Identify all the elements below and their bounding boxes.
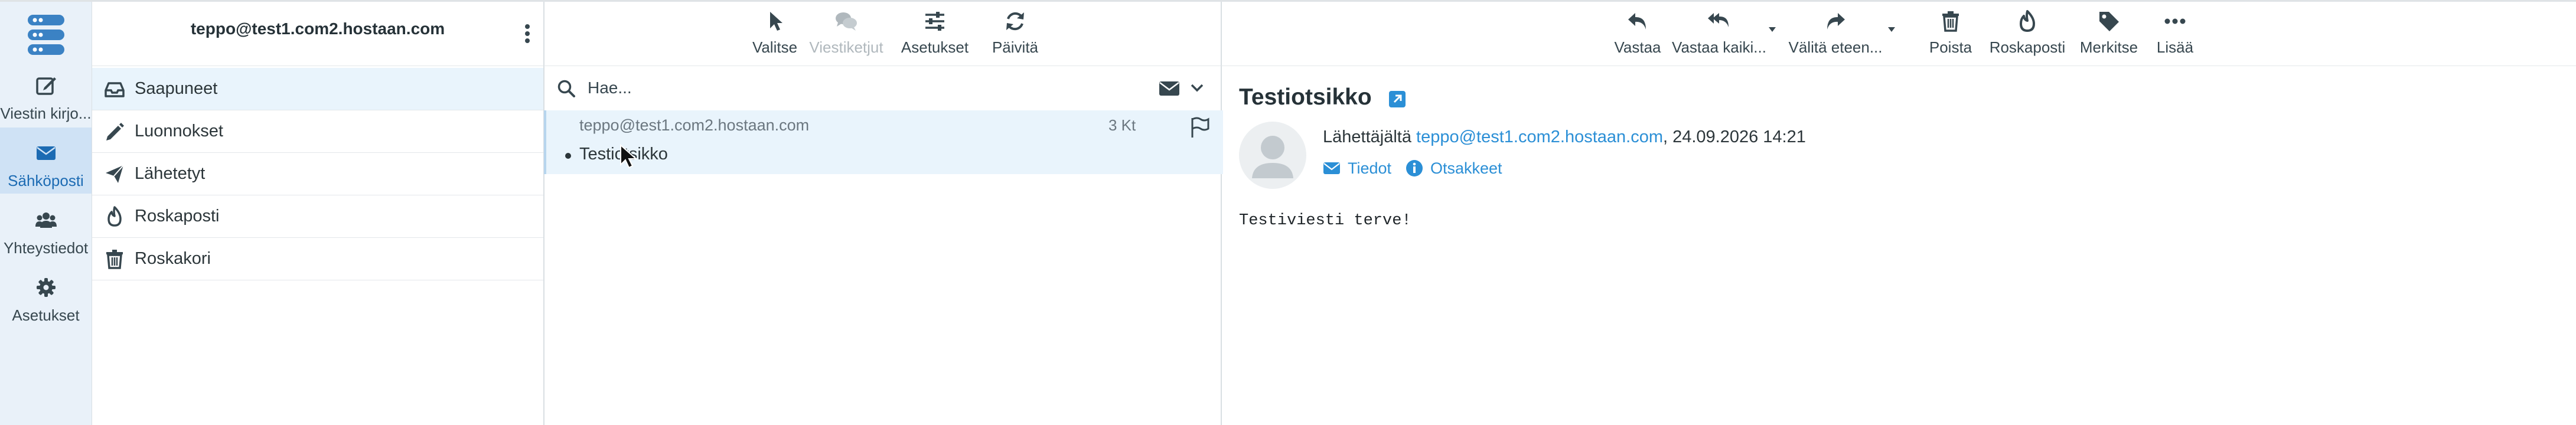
fire-icon (104, 206, 125, 227)
refresh-label: Päivitä (992, 38, 1039, 56)
message-view-subject: Testiotsikko (1239, 84, 1372, 110)
nav-contacts[interactable]: Yhteystiedot (0, 195, 92, 261)
folder-drafts-label: Luonnokset (135, 122, 223, 140)
sender-email-link[interactable]: teppo@test1.com2.hostaan.com (1416, 128, 1663, 146)
pencil-icon (104, 121, 125, 142)
message-list-panel: Valitse Viestiketjut Asetukset Päivitä H… (544, 2, 1223, 425)
envelope-icon (1323, 159, 1341, 177)
reply-button[interactable]: Vastaa (1605, 2, 1670, 66)
folder-drafts[interactable]: Luonnokset (92, 110, 543, 153)
forward-label: Välitä eteen... (1788, 38, 1883, 56)
nav-contacts-label: Yhteystiedot (3, 239, 89, 257)
compose-icon (35, 74, 57, 97)
folder-inbox[interactable]: Saapuneet (92, 68, 543, 110)
threads-button[interactable]: Viestiketjut (793, 2, 899, 66)
reply-all-icon (1707, 9, 1731, 33)
sender-line: Lähettäjältä teppo@test1.com2.hostaan.co… (1323, 128, 1806, 147)
reply-all-dropdown-icon[interactable] (1768, 27, 1776, 32)
message-list-item[interactable]: teppo@test1.com2.hostaan.com 3 Kt Testio… (544, 110, 1223, 174)
refresh-button[interactable]: Päivitä (974, 2, 1057, 66)
threads-icon (834, 9, 858, 33)
gear-icon (35, 276, 57, 299)
info-icon (1406, 159, 1423, 177)
trash-icon (104, 249, 125, 270)
unread-indicator (565, 153, 571, 159)
folder-sent-label: Lähetetyt (135, 164, 206, 183)
mouse-cursor-icon (619, 143, 639, 169)
account-menu-button[interactable] (523, 22, 531, 45)
nav-compose-label: Viestin kirjo... (0, 104, 92, 122)
app-navigation: Viestin kirjo... Sähköposti Yhteystiedot… (0, 2, 92, 425)
mark-label: Merkitse (2079, 38, 2138, 56)
message-body: Testiviesti terve! (1239, 212, 1411, 230)
folder-spam-label: Roskaposti (135, 207, 220, 225)
headers-link[interactable]: Otsakkeet (1406, 158, 1524, 178)
contacts-icon (35, 209, 57, 231)
chevron-down-icon[interactable] (1189, 82, 1205, 94)
fire-icon (2016, 9, 2039, 33)
more-label: Lisää (2156, 38, 2194, 56)
tag-icon (2097, 9, 2121, 33)
nav-settings[interactable]: Asetukset (0, 262, 92, 328)
nav-compose[interactable]: Viestin kirjo... (0, 60, 92, 126)
delete-button[interactable]: Poista (1918, 2, 1983, 66)
message-sender: teppo@test1.com2.hostaan.com (579, 116, 810, 134)
paper-plane-icon (104, 164, 125, 185)
message-toolbar: Vastaa Vastaa kaiki... Välitä eteen... P… (1221, 2, 2576, 66)
reply-label: Vastaa (1614, 38, 1661, 56)
flag-icon[interactable] (1190, 117, 1210, 138)
account-email: teppo@test1.com2.hostaan.com (190, 19, 445, 38)
reply-icon (1626, 9, 1649, 33)
envelope-icon (35, 142, 57, 164)
inbox-icon (104, 79, 125, 100)
sender-prefix: Lähettäjältä (1323, 128, 1411, 146)
threads-label: Viestiketjut (809, 38, 883, 56)
folder-inbox-label: Saapuneet (135, 79, 218, 98)
folder-sent[interactable]: Lähetetyt (92, 153, 543, 195)
delete-label: Poista (1929, 38, 1972, 56)
folder-trash-label: Roskakori (135, 249, 211, 268)
open-in-new-window-icon[interactable] (1388, 90, 1407, 109)
list-settings-label: Asetukset (901, 38, 969, 56)
refresh-icon (1003, 9, 1027, 33)
search-bar (544, 66, 1221, 111)
reply-all-button[interactable]: Vastaa kaiki... (1669, 2, 1769, 66)
search-scope-envelope-icon[interactable] (1158, 79, 1181, 98)
folder-panel-header: teppo@test1.com2.hostaan.com (92, 2, 543, 66)
pointer-icon (763, 9, 787, 33)
sender-avatar (1239, 122, 1306, 189)
mark-spam-button[interactable]: Roskaposti (1983, 2, 2072, 66)
nav-mail[interactable]: Sähköposti (0, 128, 92, 194)
list-toolbar: Valitse Viestiketjut Asetukset Päivitä (544, 2, 1221, 66)
more-icon (2163, 9, 2187, 33)
message-view-panel: Vastaa Vastaa kaiki... Välitä eteen... P… (1221, 2, 2576, 425)
logo[interactable] (27, 12, 66, 57)
search-icon (557, 79, 576, 98)
more-button[interactable]: Lisää (2143, 2, 2207, 66)
details-link-label: Tiedot (1348, 159, 1392, 177)
headers-link-label: Otsakkeet (1430, 159, 1502, 177)
mark-button[interactable]: Merkitse (2070, 2, 2147, 66)
trash-icon (1939, 9, 1962, 33)
reply-all-label: Vastaa kaiki... (1672, 38, 1766, 56)
list-settings-button[interactable]: Asetukset (888, 2, 982, 66)
nav-settings-label: Asetukset (12, 306, 80, 324)
details-link[interactable]: Tiedot (1323, 158, 1406, 178)
mark-spam-label: Roskaposti (1989, 38, 2066, 56)
message-size: 3 Kt (1108, 116, 1136, 134)
folder-panel: teppo@test1.com2.hostaan.com Saapuneet L… (92, 2, 544, 425)
nav-mail-label: Sähköposti (8, 172, 84, 189)
message-date: , 24.09.2026 14:21 (1662, 128, 1806, 146)
folder-spam[interactable]: Roskaposti (92, 195, 543, 238)
forward-dropdown-icon[interactable] (1887, 27, 1896, 32)
search-input[interactable] (586, 74, 1097, 102)
forward-icon (1824, 9, 1847, 33)
folder-trash[interactable]: Roskakori (92, 238, 543, 280)
sliders-icon (923, 9, 947, 33)
forward-button[interactable]: Välitä eteen... (1782, 2, 1889, 66)
